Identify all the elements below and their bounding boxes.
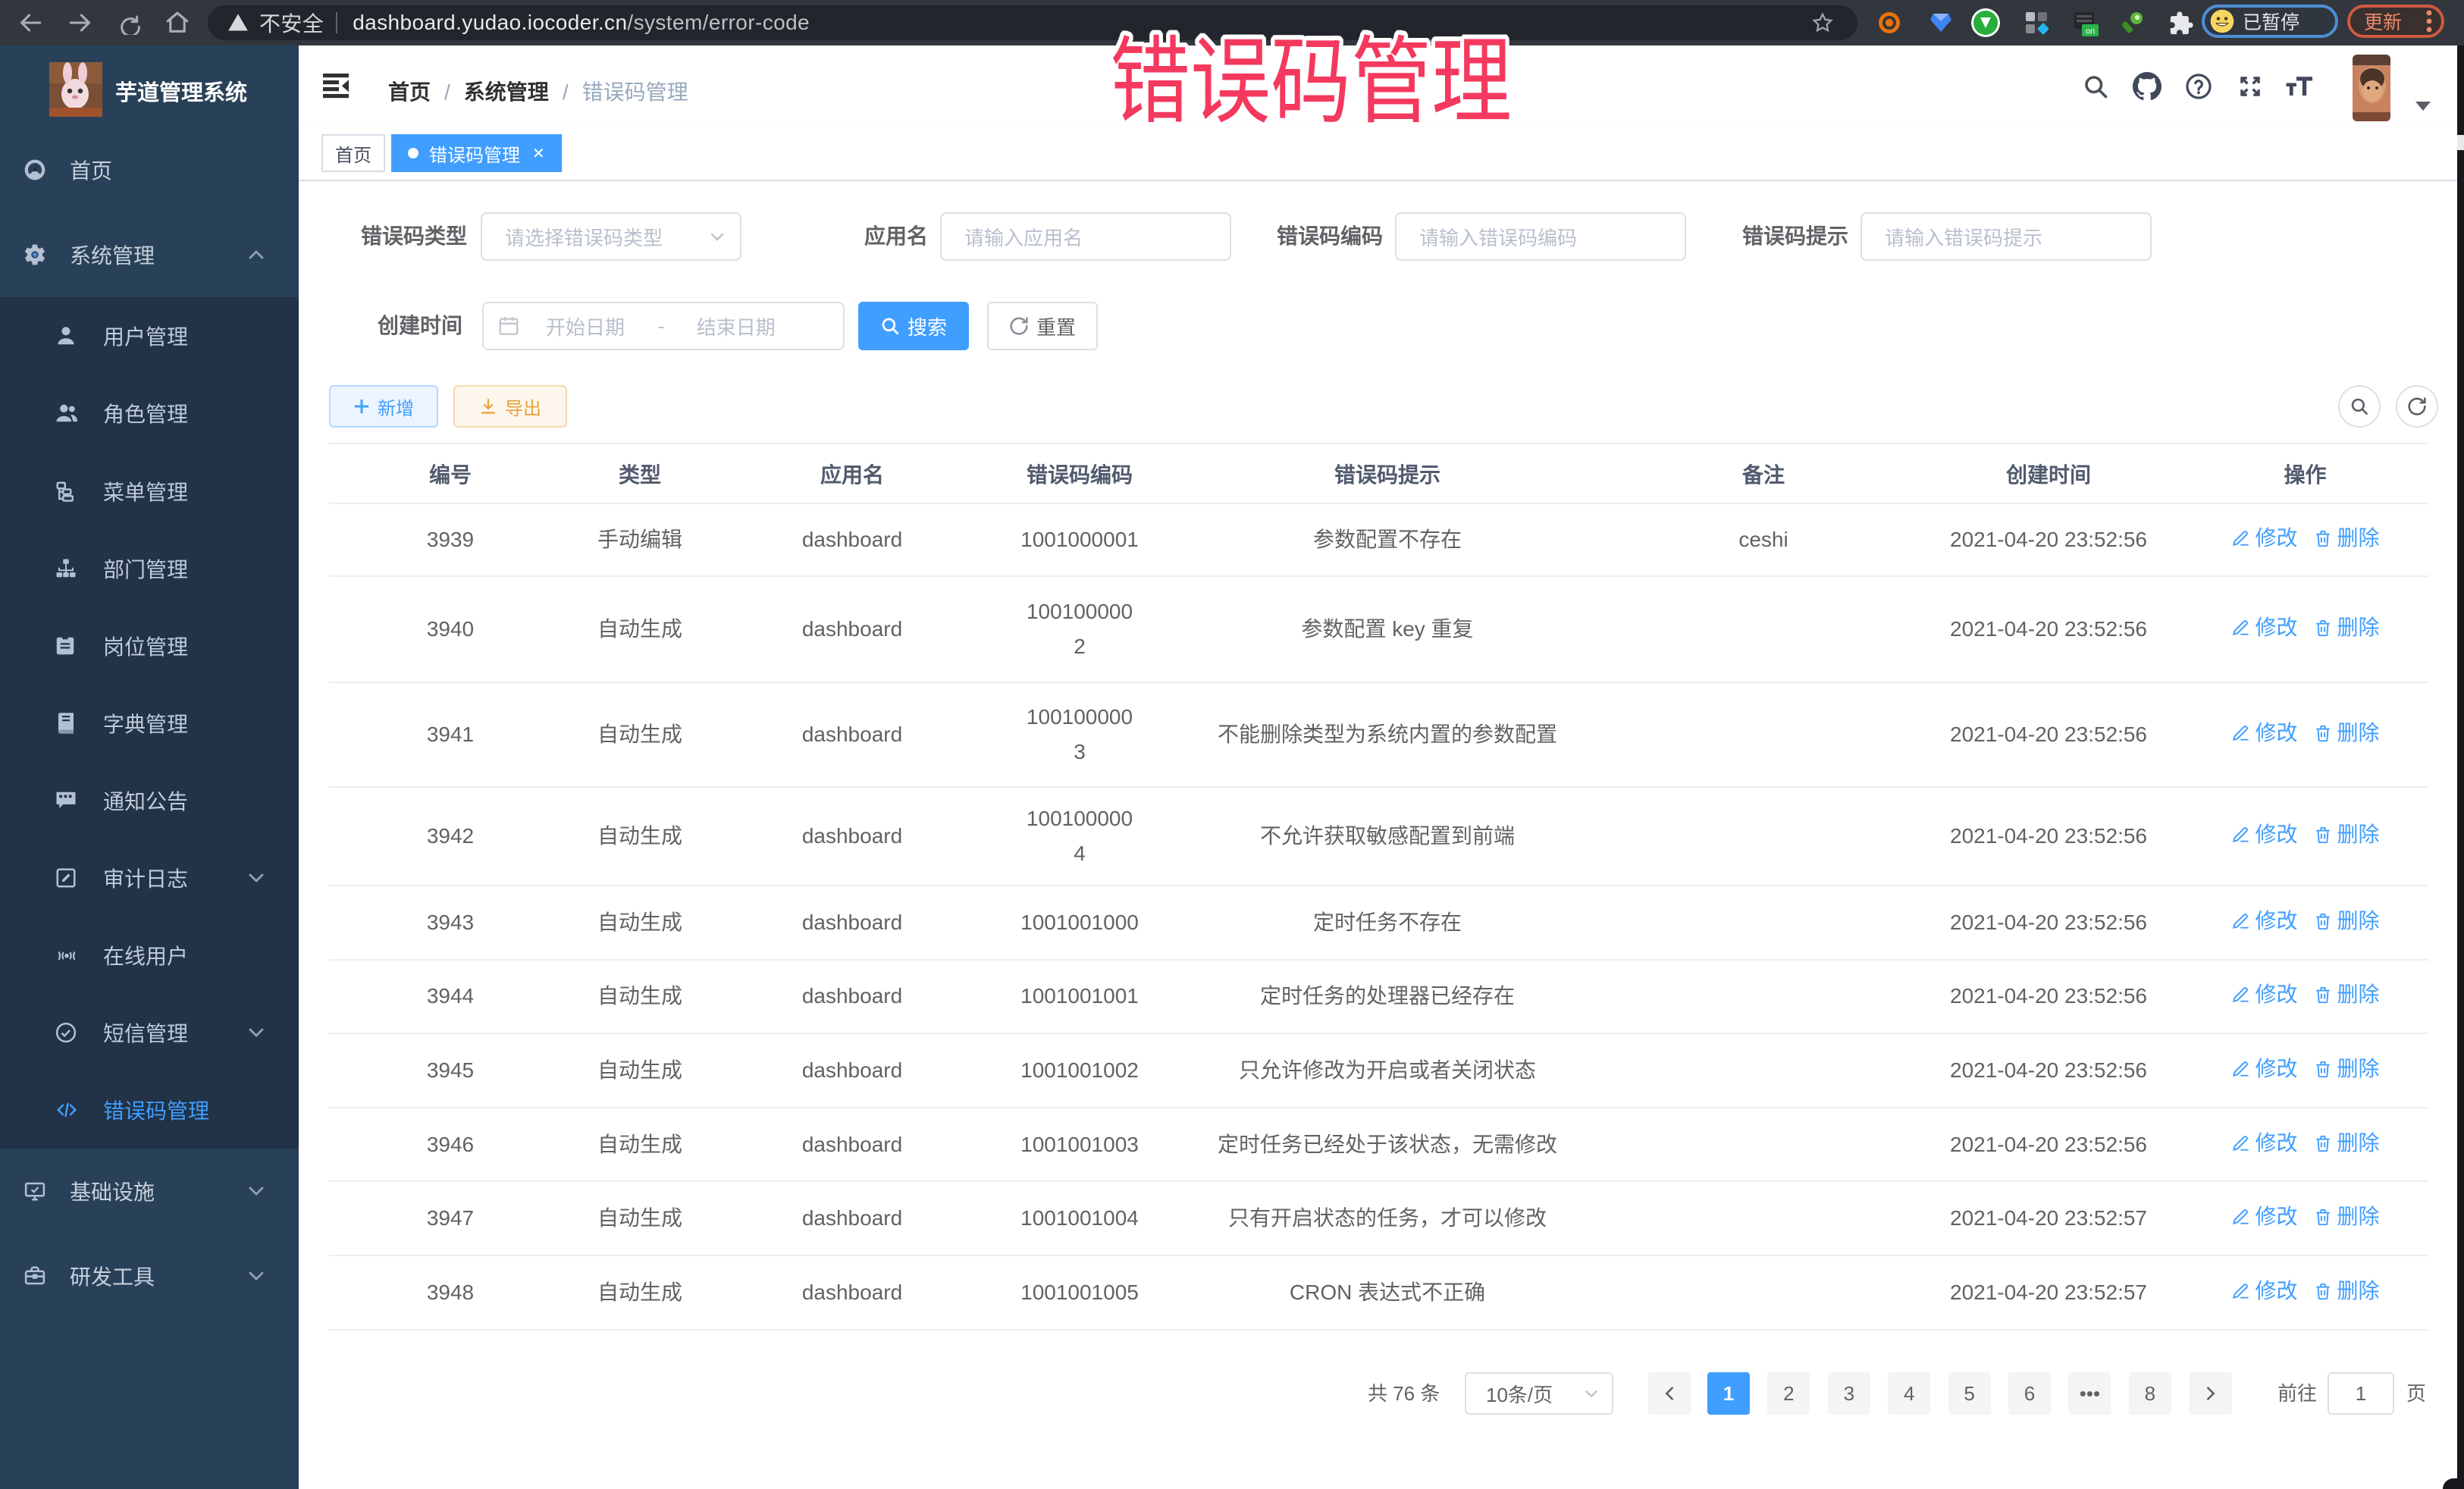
svg-text:on: on [2086,27,2095,36]
